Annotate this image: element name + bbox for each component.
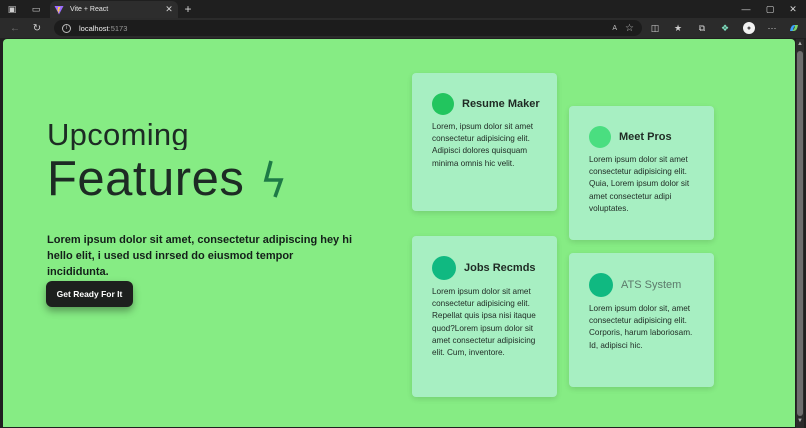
- card-header: Resume Maker: [432, 93, 545, 115]
- copilot-icon[interactable]: [784, 18, 804, 38]
- favorites-icon[interactable]: ★: [668, 18, 688, 38]
- tab-actions-icon[interactable]: ▭: [28, 0, 44, 18]
- back-icon[interactable]: ←: [4, 18, 26, 38]
- scroll-thumb[interactable]: [797, 51, 803, 416]
- address-bar[interactable]: i localhost :5173 A ☆: [54, 20, 642, 36]
- card-title: ATS System: [621, 279, 682, 291]
- collections-icon[interactable]: ⧉: [692, 18, 712, 38]
- avatar: ●: [743, 22, 755, 34]
- hero-title-line2: Features: [47, 152, 245, 206]
- refresh-icon[interactable]: ↻: [26, 18, 48, 38]
- address-actions: A ☆: [612, 20, 634, 36]
- tab-title: Vite + React: [70, 6, 109, 13]
- card-body: Lorem, ipsum dolor sit amet consectetur …: [432, 122, 534, 168]
- tab-vite-react[interactable]: Vite + React ✕: [50, 1, 178, 18]
- hero-description: Lorem ipsum dolor sit amet, consectetur …: [47, 234, 353, 278]
- close-window-icon[interactable]: ✕: [780, 0, 806, 18]
- feature-card-meet-pros: Meet Pros Lorem ipsum dolor sit amet con…: [569, 106, 714, 240]
- scroll-up-icon[interactable]: ▲: [796, 41, 804, 49]
- card-dot-icon: [432, 256, 456, 280]
- extensions-icon[interactable]: ❖: [715, 18, 735, 38]
- page-viewport: Upcoming Features Lorem ipsum dolor sit …: [3, 39, 795, 427]
- card-dot-icon: [589, 273, 613, 297]
- feature-card-ats-system: ATS System Lorem ipsum dolor sit, amet c…: [569, 253, 714, 387]
- card-body: Lorem ipsum dolor sit amet consectetur a…: [589, 155, 690, 213]
- vite-logo-icon: [54, 5, 64, 14]
- more-icon[interactable]: ···: [762, 18, 782, 38]
- card-title: Jobs Recmds: [464, 262, 536, 274]
- address-port: :5173: [108, 23, 128, 33]
- copilot-logo-icon: [790, 25, 798, 31]
- split-screen-icon[interactable]: ◫: [645, 18, 665, 38]
- bolt-icon: [264, 160, 284, 198]
- hero-section: Upcoming Features Lorem ipsum dolor sit …: [47, 119, 367, 280]
- card-dot-icon: [589, 126, 611, 148]
- feature-card-jobs-recmds: Jobs Recmds Lorem ipsum dolor sit amet c…: [412, 236, 557, 397]
- page-scrollbar[interactable]: ▲ ▼: [796, 39, 804, 428]
- card-header: ATS System: [589, 273, 702, 297]
- profile-button[interactable]: ●: [739, 18, 759, 38]
- card-header: Jobs Recmds: [432, 256, 545, 280]
- hero-title-row: Features: [47, 154, 367, 204]
- scroll-down-icon[interactable]: ▼: [796, 418, 804, 426]
- card-body: Lorem ipsum dolor sit, amet consectetur …: [589, 304, 693, 350]
- workspaces-icon[interactable]: ▣: [4, 0, 20, 18]
- tab-bar: ▣ ▭ Vite + React ✕ + — ▢ ✕: [0, 0, 806, 18]
- card-title: Meet Pros: [619, 131, 672, 143]
- card-header: Meet Pros: [589, 126, 702, 148]
- card-title: Resume Maker: [462, 98, 540, 110]
- favorite-star-icon[interactable]: ☆: [625, 23, 634, 34]
- minimize-icon[interactable]: —: [733, 0, 759, 18]
- address-host: localhost: [79, 23, 109, 33]
- card-body: Lorem ipsum dolor sit amet consectetur a…: [432, 287, 536, 358]
- feature-card-resume-maker: Resume Maker Lorem, ipsum dolor sit amet…: [412, 73, 557, 211]
- hero-title-line1: Upcoming: [47, 119, 189, 150]
- close-tab-icon[interactable]: ✕: [164, 4, 174, 15]
- read-aloud-icon[interactable]: A: [612, 25, 617, 32]
- site-info-icon[interactable]: i: [62, 23, 71, 33]
- new-tab-icon[interactable]: +: [181, 1, 195, 17]
- get-ready-button[interactable]: Get Ready For It: [46, 281, 133, 307]
- card-dot-icon: [432, 93, 454, 115]
